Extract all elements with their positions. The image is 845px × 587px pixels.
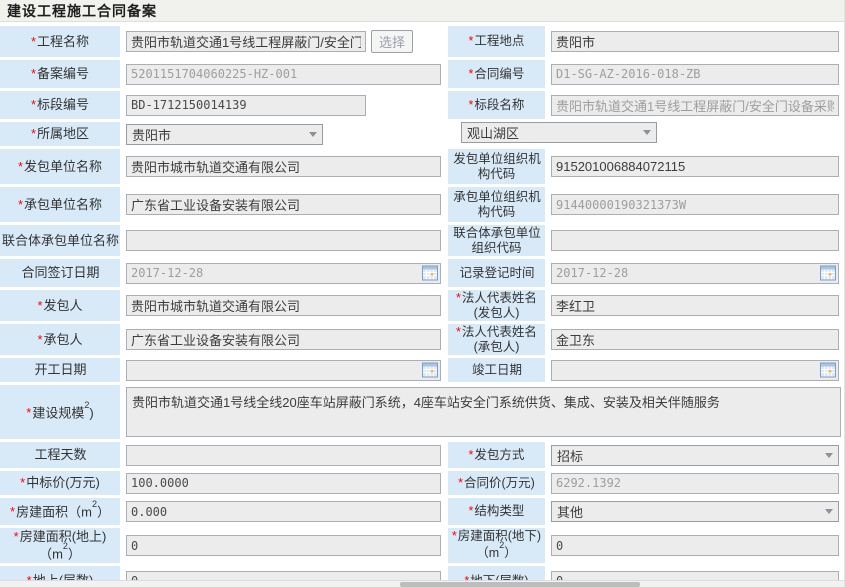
row-area-above: *房建面积(地上)（m2） *房建面积(地下)（m2） [0, 528, 844, 563]
project-days-input[interactable] [126, 444, 441, 466]
label-project-name: *工程名称 [0, 26, 120, 57]
label-sign-date: 合同签订日期 [0, 259, 120, 287]
contract-no-input[interactable] [551, 63, 839, 85]
row-scale: *建设规模2) 贵阳市轨道交通1号线全线20座车站屏蔽门系统，4座车站安全门系统… [0, 385, 844, 439]
row-project-days: 工程天数 *发包方式 招标 [0, 442, 844, 468]
row-employer: *发包人 *法人代表姓名(发包人) [0, 290, 844, 321]
calendar-icon[interactable] [820, 265, 836, 281]
bid-price-input[interactable] [126, 472, 441, 494]
label-record-no: *备案编号 [0, 60, 120, 88]
contractor-input[interactable] [126, 329, 441, 350]
row-sign-date: 合同签订日期 记录登记时间 [0, 259, 844, 287]
structure-type-select[interactable]: 其他 [551, 501, 839, 522]
award-method-select[interactable]: 招标 [551, 444, 839, 466]
label-employer-unit: *发包单位名称 [0, 149, 120, 184]
label-contractor-rep: *法人代表姓名(承包人) [448, 324, 545, 355]
label-employer: *发包人 [0, 290, 120, 321]
page-title: 建设工程施工合同备案 [7, 2, 157, 19]
area-above-input[interactable] [126, 535, 441, 556]
chevron-down-icon [820, 502, 838, 521]
label-structure-type: *结构类型 [448, 498, 545, 525]
label-project-days: 工程天数 [0, 442, 120, 468]
calendar-icon[interactable] [422, 265, 438, 281]
finish-date-input[interactable] [551, 359, 839, 381]
contractor-rep-input[interactable] [551, 329, 839, 350]
scrollbar-thumb[interactable] [400, 582, 640, 587]
label-employer-rep: *法人代表姓名(发包人) [448, 290, 545, 321]
area-below-input[interactable] [551, 535, 839, 556]
chevron-down-icon [304, 125, 322, 144]
contract-price-input[interactable] [551, 472, 839, 494]
label-area-above: *房建面积(地上)（m2） [0, 528, 120, 563]
contractor-unit-input[interactable] [126, 194, 441, 215]
row-contractor-unit: *承包单位名称 承包单位组织机构代码 [0, 187, 844, 222]
project-location-input[interactable] [551, 31, 839, 52]
scale-textarea[interactable]: 贵阳市轨道交通1号线全线20座车站屏蔽门系统，4座车站安全门系统供货、集成、安装… [126, 387, 841, 437]
label-contractor-unit: *承包单位名称 [0, 187, 120, 222]
section-no-input[interactable] [126, 94, 366, 116]
row-region: *所属地区 贵阳市 观山湖区 [0, 122, 844, 146]
label-award-method: *发包方式 [448, 442, 545, 468]
label-start-date: 开工日期 [0, 358, 120, 382]
label-bid-price: *中标价(万元) [0, 471, 120, 495]
label-record-time: 记录登记时间 [448, 259, 545, 287]
label-contractor: *承包人 [0, 324, 120, 355]
calendar-icon[interactable] [820, 362, 836, 378]
employer-rep-input[interactable] [551, 295, 839, 316]
label-contract-price: *合同价(万元) [448, 471, 545, 495]
label-area-below: *房建面积(地下)（m2） [448, 528, 545, 563]
project-name-input[interactable] [126, 31, 366, 52]
row-record-no: *备案编号 *合同编号 [0, 60, 844, 88]
chevron-down-icon [820, 446, 838, 465]
label-jv-name: 联合体承包单位名称 [0, 225, 120, 256]
label-project-location: *工程地点 [448, 26, 545, 57]
label-contractor-org-code: 承包单位组织机构代码 [448, 187, 545, 222]
jv-org-code-input[interactable] [551, 230, 839, 251]
choose-button[interactable]: 选择 [371, 30, 413, 53]
calendar-icon[interactable] [422, 362, 438, 378]
horizontal-scrollbar[interactable] [0, 580, 844, 587]
label-scale: *建设规模2) [0, 385, 120, 439]
record-no-input[interactable] [126, 63, 441, 85]
building-area-input[interactable] [126, 501, 441, 522]
label-contract-no: *合同编号 [448, 60, 545, 88]
row-employer-unit: *发包单位名称 发包单位组织机构代码 [0, 149, 844, 184]
start-date-input[interactable] [126, 359, 441, 381]
title-bar: 建设工程施工合同备案 [0, 0, 844, 22]
row-section-no: *标段编号 *标段名称 [0, 91, 844, 119]
label-building-area: *房建面积（m2） [0, 498, 120, 525]
row-bid-price: *中标价(万元) *合同价(万元) [0, 471, 844, 495]
jv-name-input[interactable] [126, 230, 441, 251]
label-section-name: *标段名称 [448, 91, 545, 119]
employer-org-code-input[interactable] [551, 156, 839, 177]
sign-date-input[interactable] [126, 262, 441, 284]
label-employer-org-code: 发包单位组织机构代码 [448, 149, 545, 184]
row-start-date: 开工日期 竣工日期 [0, 358, 844, 382]
label-region: *所属地区 [0, 122, 120, 146]
section-name-input[interactable] [551, 94, 839, 116]
region-district-select[interactable]: 观山湖区 [461, 122, 657, 143]
label-jv-org-code: 联合体承包单位组织代码 [448, 225, 545, 256]
label-finish-date: 竣工日期 [448, 358, 545, 382]
row-contractor: *承包人 *法人代表姓名(承包人) [0, 324, 844, 355]
contract-filing-page: 建设工程施工合同备案 *工程名称 选择 *工程地点 *备案编号 *合同编号 *标… [0, 0, 845, 587]
label-section-no: *标段编号 [0, 91, 120, 119]
row-jv-name: 联合体承包单位名称 联合体承包单位组织代码 [0, 225, 844, 256]
row-project-name: *工程名称 选择 *工程地点 [0, 26, 844, 57]
contractor-org-code-input[interactable] [551, 194, 839, 215]
chevron-down-icon [638, 123, 656, 142]
row-building-area: *房建面积（m2） *结构类型 其他 [0, 498, 844, 525]
region-city-select[interactable]: 贵阳市 [126, 123, 323, 145]
employer-input[interactable] [126, 295, 441, 316]
employer-unit-input[interactable] [126, 156, 441, 177]
record-time-input[interactable] [551, 262, 839, 284]
contract-form: *工程名称 选择 *工程地点 *备案编号 *合同编号 *标段编号 *标段名称 *… [0, 26, 844, 587]
